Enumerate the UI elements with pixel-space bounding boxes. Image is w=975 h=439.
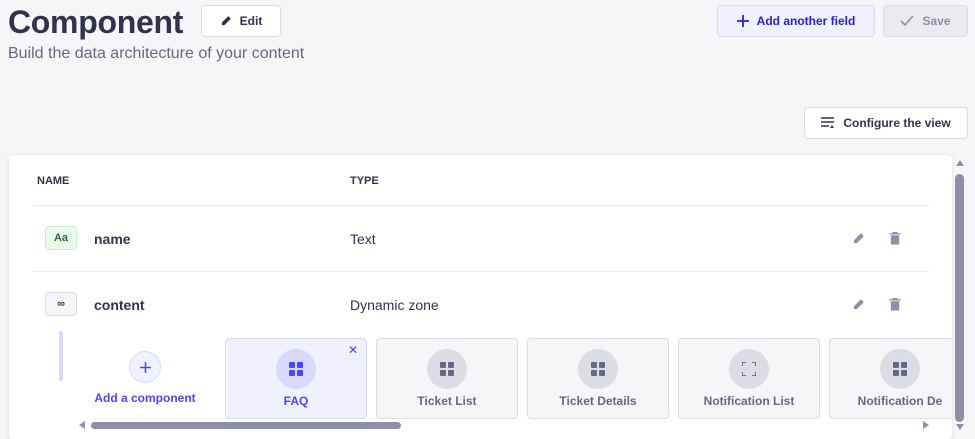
horizontal-scrollbar[interactable] [79, 421, 929, 429]
component-tab-ticket-list[interactable]: Ticket List [376, 338, 518, 419]
configure-the-view-button[interactable]: Configure the view [804, 107, 968, 139]
pencil-icon [220, 15, 232, 27]
field-name: name [94, 231, 131, 247]
scroll-left-arrow-icon[interactable] [79, 421, 85, 429]
trash-icon[interactable] [887, 296, 903, 312]
edit-field-icon[interactable] [850, 296, 866, 312]
grid-icon [276, 349, 316, 389]
component-tab-notification-list[interactable]: Notification List [678, 338, 820, 419]
field-type: Dynamic zone [350, 297, 439, 313]
configure-label: Configure the view [843, 116, 951, 130]
save-button[interactable]: Save [883, 5, 968, 37]
grid-icon [427, 349, 467, 389]
trash-icon[interactable] [887, 230, 903, 246]
column-header-type: TYPE [350, 175, 379, 187]
close-icon[interactable]: ✕ [348, 343, 358, 357]
table-row: ∞ content Dynamic zone [9, 272, 952, 338]
table-row: Aa name Text [9, 206, 952, 272]
add-component-button[interactable]: Add a component [93, 351, 197, 405]
scroll-right-arrow-icon[interactable] [923, 421, 929, 429]
scroll-up-arrow-icon[interactable] [956, 160, 964, 166]
save-label: Save [922, 14, 951, 28]
column-header-name: NAME [37, 175, 70, 187]
fields-table: NAME TYPE Aa name Text ∞ content Dynamic… [9, 155, 952, 439]
vertical-scrollbar[interactable] [953, 160, 967, 430]
component-label: Ticket List [417, 394, 477, 408]
list-settings-icon [821, 117, 835, 129]
component-label: Ticket Details [559, 394, 637, 408]
component-label: Notification List [703, 394, 795, 408]
add-field-label: Add another field [756, 14, 856, 28]
scrollbar-thumb[interactable] [955, 174, 964, 422]
grid-icon [578, 349, 618, 389]
expand-icon [729, 349, 769, 389]
dynamic-zone-indicator [59, 331, 63, 381]
add-component-label: Add a component [94, 391, 196, 405]
grid-icon [880, 349, 920, 389]
component-label: FAQ [283, 394, 309, 408]
edit-field-icon[interactable] [850, 230, 866, 246]
add-another-field-button[interactable]: Add another field [717, 5, 875, 37]
plus-icon [129, 351, 161, 383]
check-icon [900, 15, 915, 27]
field-type: Text [350, 231, 376, 247]
component-tab-faq[interactable]: FAQ ✕ [225, 338, 367, 419]
edit-button-label: Edit [239, 14, 263, 28]
plus-icon [736, 15, 749, 27]
component-tab-notification-details[interactable]: Notification De [829, 338, 952, 419]
scrollbar-thumb[interactable] [91, 422, 401, 429]
dynamic-zone-icon: ∞ [45, 292, 77, 316]
field-name: content [94, 297, 145, 313]
text-field-icon: Aa [45, 226, 77, 250]
page-title: Component [8, 4, 184, 40]
component-label: Notification De [857, 394, 943, 408]
edit-button[interactable]: Edit [201, 5, 281, 37]
page-subtitle: Build the data architecture of your cont… [8, 45, 305, 62]
component-tab-ticket-details[interactable]: Ticket Details [527, 338, 669, 419]
scroll-down-arrow-icon[interactable] [956, 424, 964, 430]
